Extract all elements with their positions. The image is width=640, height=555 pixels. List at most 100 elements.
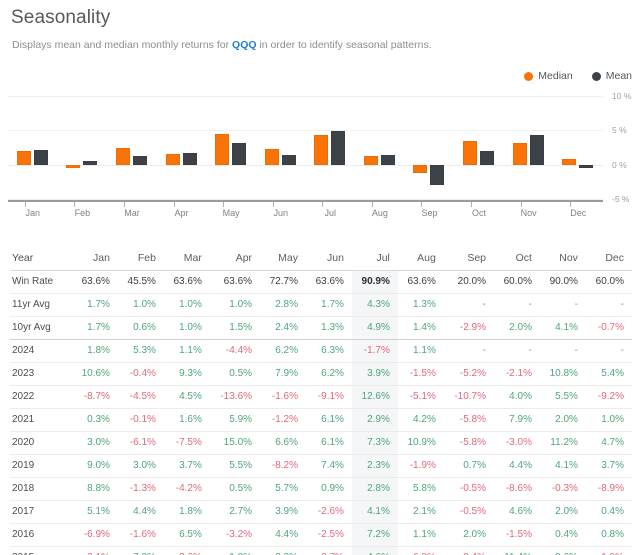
- table-cell: 11.4%: [494, 546, 540, 555]
- table-cell: 12.6%: [351, 385, 398, 408]
- bar-oct-median[interactable]: [463, 140, 478, 165]
- bar-aug-mean[interactable]: [380, 155, 395, 165]
- bar-mar-mean[interactable]: [132, 155, 147, 165]
- bar-feb-median[interactable]: [66, 164, 81, 168]
- table-cell: 4.4%: [133, 506, 156, 517]
- table-col-header-jun[interactable]: Jun: [306, 247, 352, 270]
- table-row[interactable]: 11yr Avg 1.7% 1.0% 1.0% 1.0% 2.8% 1.7% 4.3% 1.3%…: [10, 293, 632, 316]
- table-cell: 8.8%: [87, 483, 110, 494]
- bar-dec-median[interactable]: [562, 159, 577, 165]
- table-cell: 5.9%: [229, 414, 253, 425]
- table-row[interactable]: 2015-2.1%7.2%-2.6%1.9%2.2%-2.7%4.6%-6.8%…: [10, 546, 632, 555]
- bar-sep-median[interactable]: [413, 164, 428, 173]
- bar-may-mean[interactable]: [232, 143, 247, 165]
- x-tick: [272, 202, 274, 207]
- legend-item-median[interactable]: Median: [524, 70, 573, 82]
- table-cell: 1.0%: [133, 299, 156, 310]
- bar-jan-median[interactable]: [16, 150, 31, 165]
- table-col-header-may[interactable]: May: [260, 247, 306, 270]
- x-tick: [570, 202, 572, 207]
- table-cell: -: [528, 299, 532, 310]
- table-row[interactable]: 2024 1.8% 5.3% 1.1% -4.4% 6.2% 6.3% -1.7% 1.1% - -…: [10, 339, 632, 362]
- table-col-header-aug[interactable]: Aug: [398, 247, 444, 270]
- table-cell: -6.1%: [129, 437, 156, 448]
- table-row[interactable]: 2023 10.6% -0.4% 9.3% 0.5% 7.9% 6.2% 3.9% -1.5% -…: [10, 362, 632, 385]
- table-cell: 7.9%: [509, 414, 532, 425]
- seasonality-table: Year Jan Feb Mar Apr May Jun Jul Aug Sep Oct Nov Dec…: [10, 247, 632, 555]
- table-col-header-jul[interactable]: Jul: [352, 247, 398, 270]
- bar-aug-median[interactable]: [363, 155, 378, 165]
- table-col-header-oct[interactable]: Oct: [494, 247, 540, 270]
- chart-legend: Median Mean: [524, 70, 632, 82]
- table-col-header-feb[interactable]: Feb: [118, 247, 164, 270]
- table-row[interactable]: 2017 5.1% 4.4% 1.8% 2.7% 3.9% -2.6% 4.1% 2.1% -0.…: [10, 500, 632, 523]
- bar-jul-mean[interactable]: [331, 131, 346, 165]
- table-row[interactable]: 2018 8.8% -1.3% -4.2% 0.5% 5.7% 0.9% 2.8% 5.8% -0…: [10, 477, 632, 500]
- table-cell: 1.8%: [179, 506, 202, 517]
- bar-mar-median[interactable]: [115, 148, 130, 165]
- table-col-header-dec[interactable]: Dec: [586, 247, 632, 270]
- table-col-header-nov[interactable]: Nov: [540, 247, 586, 270]
- row-label: 2022: [12, 391, 35, 402]
- table-cell: 9.0%: [87, 460, 110, 471]
- table-col-header-year[interactable]: Year: [10, 247, 72, 270]
- table-row[interactable]: Win Rate 63.6% 45.5% 63.6% 63.6% 72.7% 63.6% 90…: [10, 270, 632, 293]
- x-tick: [123, 202, 125, 207]
- table-cell: 4.1%: [555, 460, 578, 471]
- table-row[interactable]: 2022 -8.7% -4.5% 4.5% -13.6% -1.6% -9.1% 12.6% -…: [10, 385, 632, 408]
- table-cell: 0.5%: [229, 368, 253, 379]
- table-cell: 5.7%: [275, 483, 298, 494]
- ticker-link[interactable]: QQQ: [232, 39, 257, 51]
- x-tick: [471, 202, 473, 207]
- table-col-header-apr[interactable]: Apr: [210, 247, 260, 270]
- bar-jul-median[interactable]: [314, 135, 329, 165]
- table-cell: 4.1%: [555, 322, 578, 333]
- table-cell: 4.5%: [179, 391, 202, 402]
- bar-feb-mean[interactable]: [83, 160, 98, 165]
- bar-nov-median[interactable]: [512, 142, 527, 165]
- table-cell: 1.9%: [210, 546, 260, 555]
- x-tick: [74, 202, 76, 207]
- table-cell: 2.0%: [463, 529, 487, 540]
- chart-plot-area: [8, 96, 603, 200]
- table-col-header-jan[interactable]: Jan: [72, 247, 118, 270]
- bar-oct-mean[interactable]: [480, 150, 495, 165]
- table-cell: 0.6%: [133, 322, 156, 333]
- table-cell: 5.1%: [87, 506, 110, 517]
- legend-item-mean[interactable]: Mean: [591, 70, 632, 82]
- table-cell: -3.2%: [225, 529, 253, 540]
- table-col-header-sep[interactable]: Sep: [444, 247, 494, 270]
- table-cell: 0.4%: [601, 506, 624, 517]
- row-label: 2023: [12, 368, 35, 379]
- bar-apr-median[interactable]: [165, 154, 180, 165]
- table-cell: -: [574, 299, 578, 310]
- bar-dec-mean[interactable]: [579, 164, 594, 168]
- table-row[interactable]: 2021 0.3% -0.1% 1.6% 5.9% -1.2% 6.1% 2.9% 4.2% -5…: [10, 408, 632, 431]
- table-cell: 3.0%: [87, 437, 110, 448]
- table-col-header-mar[interactable]: Mar: [164, 247, 210, 270]
- bar-jan-mean[interactable]: [33, 149, 48, 165]
- table-row[interactable]: 10yr Avg 1.7% 0.6% 1.0% 1.5% 2.4% 1.3% 4.9% 1.4%…: [10, 316, 632, 339]
- bar-jun-mean[interactable]: [281, 155, 296, 165]
- table-cell: -1.6%: [129, 529, 156, 540]
- bar-jun-median[interactable]: [264, 148, 279, 165]
- table-cell: -0.3%: [551, 483, 578, 494]
- table-cell: 1.8%: [87, 345, 110, 356]
- table-cell: -0.4%: [129, 368, 156, 379]
- bar-apr-mean[interactable]: [182, 152, 197, 165]
- x-tick-label-jun: Jun: [273, 208, 288, 218]
- table-cell: 3.7%: [179, 460, 202, 471]
- table-cell: 6.1%: [321, 437, 344, 448]
- table-cell: 3.0%: [133, 460, 156, 471]
- bar-sep-mean[interactable]: [430, 164, 445, 185]
- table-row[interactable]: 2020 3.0% -6.1% -7.5% 15.0% 6.6% 6.1% 7.3% 10.9%…: [10, 431, 632, 454]
- table-cell: -6.9%: [83, 529, 110, 540]
- table-cell: 90.9%: [351, 270, 398, 293]
- table-row[interactable]: 2019 9.0% 3.0% 3.7% 5.5% -8.2% 7.4% 2.3% -1.9% 0.…: [10, 454, 632, 477]
- table-row[interactable]: 2016 -6.9% -1.6% 6.5% -3.2% 4.4% -2.5% 7.2% 1.1%…: [10, 523, 632, 546]
- bar-nov-mean[interactable]: [529, 135, 544, 165]
- bar-may-median[interactable]: [215, 134, 230, 165]
- table-cell: 10.9%: [407, 437, 436, 448]
- table-cell: 1.1%: [413, 529, 436, 540]
- table-cell: 63.6%: [315, 276, 344, 287]
